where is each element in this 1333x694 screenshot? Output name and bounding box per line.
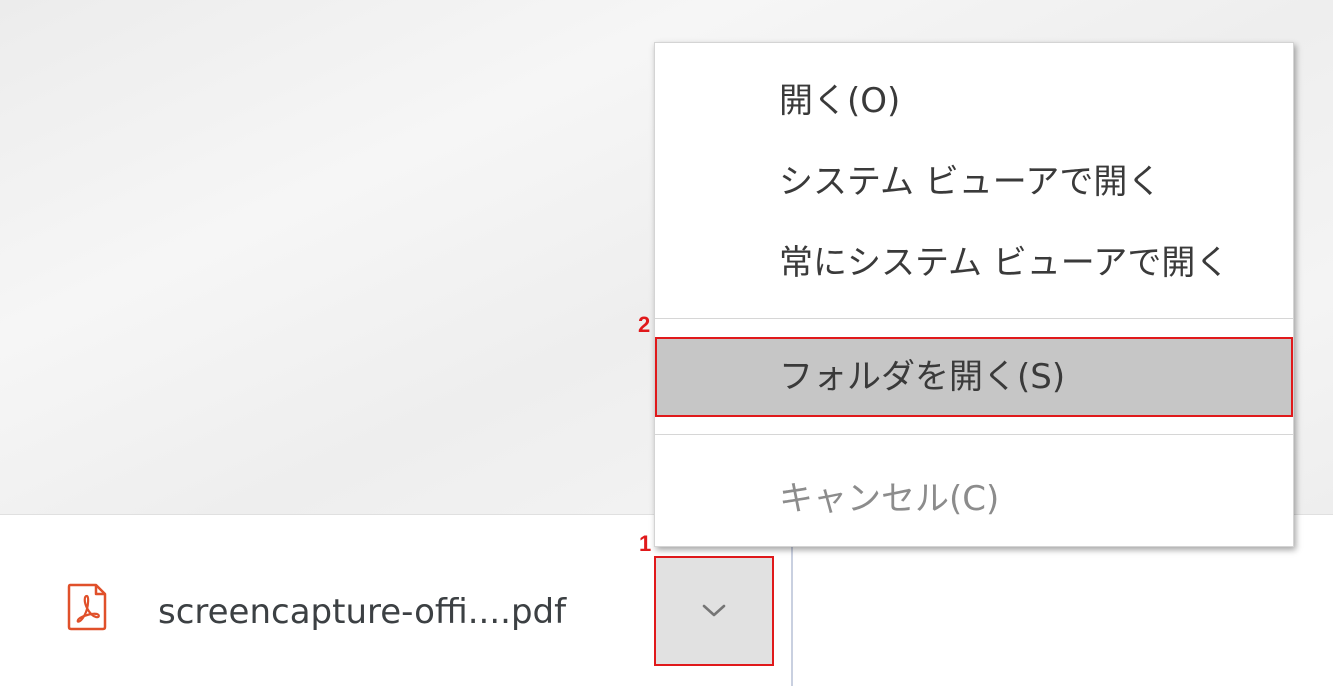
menu-item-cancel[interactable]: キャンセル(C): [655, 459, 1293, 539]
chevron-down-icon: [702, 604, 726, 617]
download-file-name[interactable]: screencapture-offi....pdf: [158, 590, 566, 634]
download-menu-button[interactable]: [654, 556, 774, 666]
menu-item-always-open-system-viewer[interactable]: 常にシステム ビューアで開く: [655, 223, 1293, 303]
menu-separator: [655, 434, 1293, 435]
menu-item-show-in-folder[interactable]: フォルダを開く(S): [655, 337, 1293, 417]
download-context-menu: 開く(O) システム ビューアで開く 常にシステム ビューアで開く フォルダを開…: [654, 42, 1294, 547]
menu-item-open-system-viewer[interactable]: システム ビューアで開く: [655, 142, 1293, 222]
shelf-divider: [791, 546, 793, 686]
step-marker-2: 2: [638, 312, 651, 337]
pdf-file-icon: [67, 583, 107, 631]
menu-item-open[interactable]: 開く(O): [655, 61, 1293, 141]
menu-separator: [655, 318, 1293, 319]
step-marker-1: 1: [639, 531, 652, 556]
